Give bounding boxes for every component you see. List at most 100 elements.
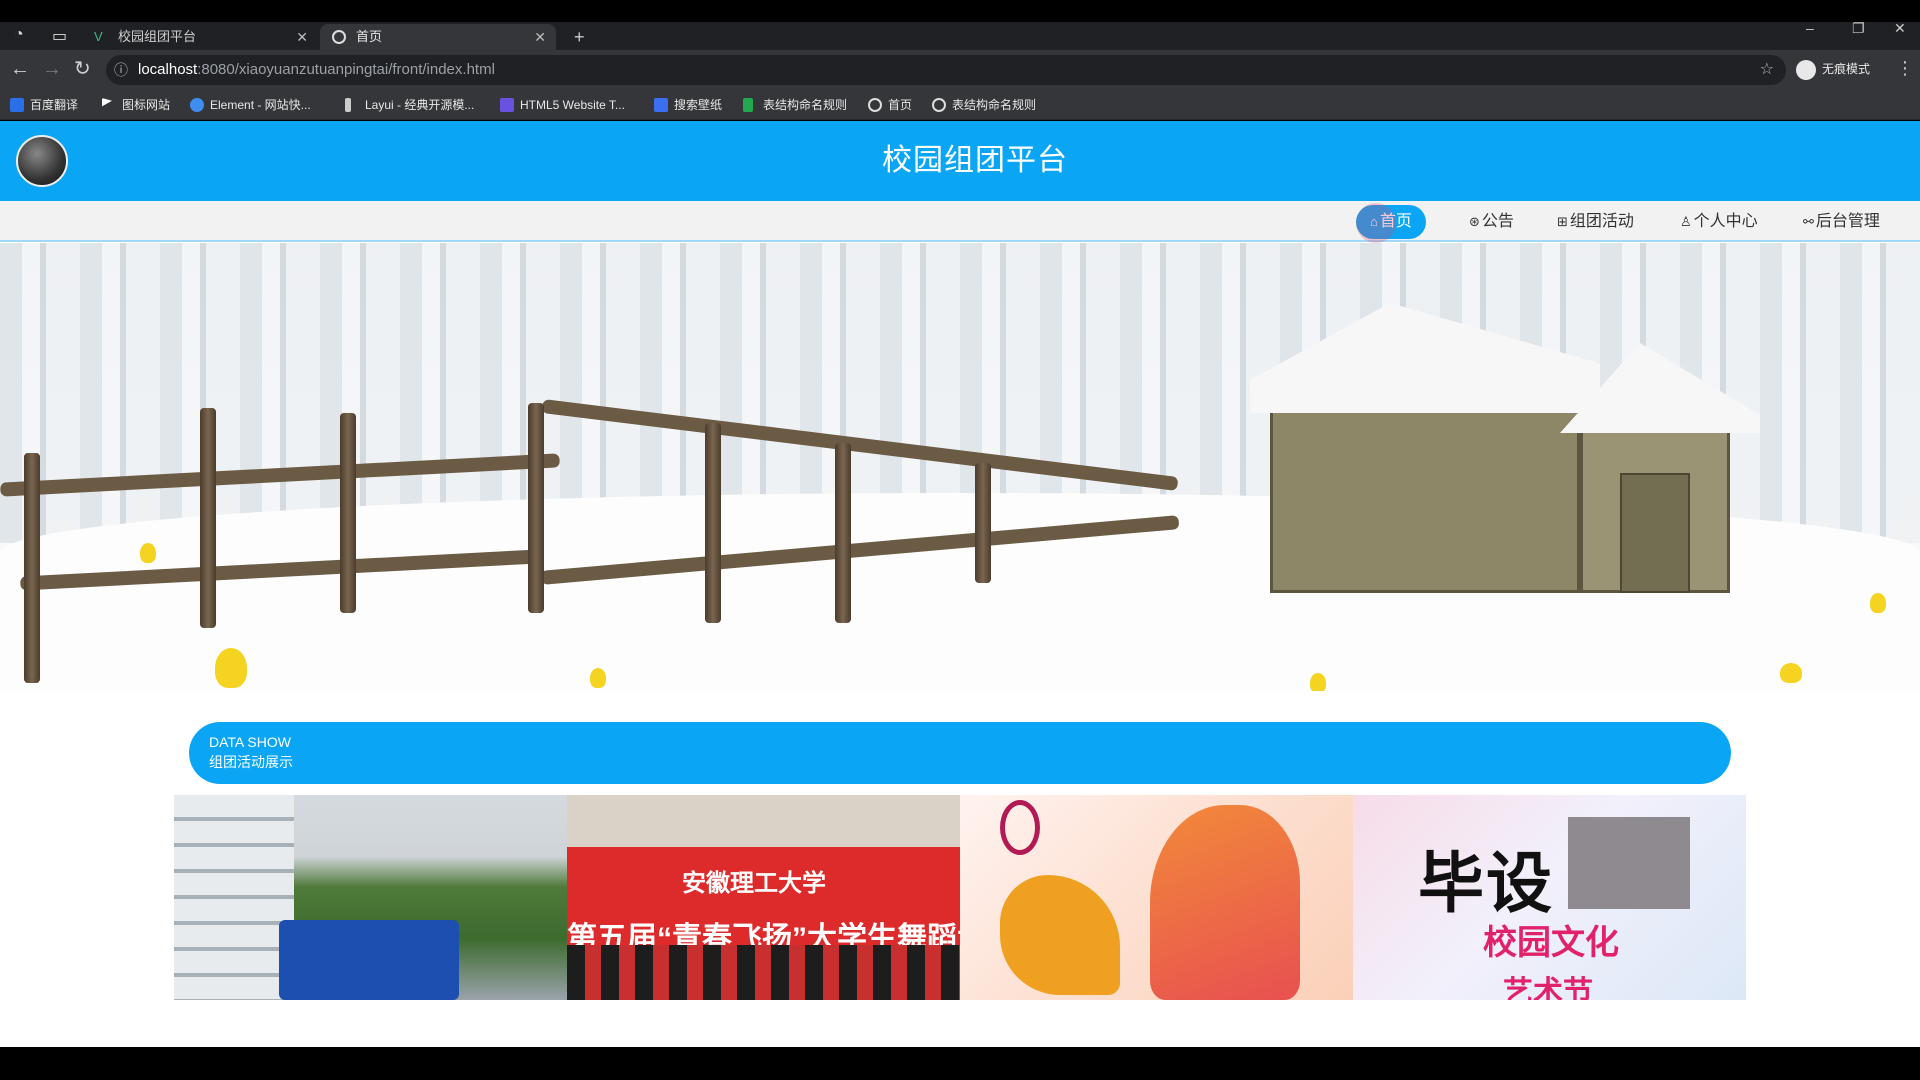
window-close-icon[interactable]: ✕ (1894, 20, 1906, 37)
player-figure (1150, 805, 1300, 1000)
fence-post (200, 408, 216, 628)
nav-label: 组团活动 (1569, 213, 1634, 230)
bookmark-label: 图标网站 (122, 98, 171, 112)
tab-home[interactable]: 首页 ✕ (320, 24, 556, 50)
close-icon[interactable]: ✕ (534, 24, 546, 50)
bookmark-label: 表结构命名规则 (763, 98, 848, 112)
flower (215, 648, 247, 688)
hut-wall (1270, 393, 1580, 593)
flag-icon (102, 98, 112, 107)
forward-icon[interactable]: → (42, 58, 62, 80)
tab-campus-platform[interactable]: V 校园组团平台 ✕ (82, 24, 318, 50)
site-title: 校园组团平台 (882, 144, 1068, 177)
section-title-zh: 组团活动展示 (209, 754, 293, 770)
flower (1870, 593, 1886, 613)
tab-search-icon[interactable]: ◔ (14, 26, 24, 44)
globe-icon (332, 30, 346, 44)
poster-subtitle: 校园文化 (1483, 924, 1619, 962)
bell-icon: ⊛ (1469, 214, 1480, 229)
incognito-icon (1796, 60, 1816, 80)
html5-icon (500, 98, 514, 112)
fence-post (835, 443, 851, 623)
layui-icon (345, 98, 351, 112)
bookmark-item[interactable]: 图标网站 (102, 96, 170, 114)
fence-post (975, 463, 991, 583)
bookmark-label: 首页 (888, 98, 913, 112)
flower (140, 543, 156, 563)
hero-carousel[interactable]: ✳ (0, 243, 1920, 691)
bookmark-label: 搜索壁纸 (674, 98, 723, 112)
vue-icon: V (94, 29, 103, 44)
element-icon (190, 98, 204, 112)
dancers-image (567, 945, 960, 1000)
building-image (567, 795, 960, 847)
nav-personal-center[interactable]: ♙ 个人中心 (1666, 205, 1772, 239)
bookmark-item[interactable]: HTML5 Website T... (500, 96, 625, 114)
poster-headline: 毕设 (1418, 846, 1554, 920)
close-icon[interactable]: ✕ (296, 24, 308, 50)
bookmark-item[interactable]: Layui - 经典开源模... (345, 96, 474, 114)
activity-gallery: 安徽理工大学 第五届“青春飞扬”大学生舞蹈大 毕设 校园文化 艺术节 (174, 795, 1746, 1000)
minimize-icon[interactable]: – (1806, 20, 1814, 36)
nav-label: 公告 (1481, 213, 1514, 230)
bookmark-label: HTML5 Website T... (520, 98, 625, 112)
flower (1310, 673, 1326, 691)
flower (590, 668, 606, 688)
fence-post (24, 453, 40, 683)
nav-admin[interactable]: ⚯ 后台管理 (1789, 205, 1894, 239)
url-host: localhost (138, 61, 198, 78)
browser-toolbar: ← → ↻ ⓘ localhost:8080/xiaoyuanzutuanpin… (0, 50, 1920, 90)
hut-roof (1250, 303, 1600, 413)
incognito-profile[interactable]: 无痕模式 (1796, 60, 1870, 80)
nav-label: 个人中心 (1693, 213, 1758, 230)
link-icon: ⚯ (1803, 214, 1814, 229)
gallery-item[interactable] (174, 795, 567, 1000)
bookmark-item[interactable]: 表结构命名规则 (932, 96, 1036, 114)
profile-label: 无痕模式 (1822, 62, 1871, 77)
restore-icon[interactable]: ❐ (1852, 20, 1865, 37)
flower (1780, 663, 1802, 683)
bookmark-item[interactable]: 搜索壁纸 (654, 96, 722, 114)
banner-university: 安徽理工大学 (682, 870, 826, 897)
back-icon[interactable]: ← (10, 58, 30, 80)
bookmark-item[interactable]: 首页 (868, 96, 912, 114)
fence-post (705, 423, 721, 623)
booth-image (279, 920, 459, 1000)
translate-icon (10, 98, 24, 112)
tab-title: 校园组团平台 (118, 29, 197, 44)
user-icon: ♙ (1680, 214, 1692, 229)
globe-icon (868, 98, 882, 112)
main-nav: ⌂ 首页 ⊛ 公告 ⊞ 组团活动 ♙ 个人中心 ⚯ 后台管理 (0, 201, 1920, 242)
blurred-region (1568, 817, 1690, 909)
bookmark-star-icon[interactable]: ☆ (1760, 55, 1774, 85)
nav-notice[interactable]: ⊛ 公告 (1455, 205, 1528, 239)
fence-post (340, 413, 356, 613)
gallery-item[interactable] (960, 795, 1353, 1000)
globe-icon (932, 98, 946, 112)
new-tab-button[interactable]: + (574, 24, 585, 50)
bookmark-label: 表结构命名规则 (952, 98, 1037, 112)
poster-subtitle-2: 艺术节 (1503, 976, 1593, 1000)
bookmark-item[interactable]: 表结构命名规则 (743, 96, 847, 114)
section-title-en: DATA SHOW (209, 734, 291, 750)
site-header: 校园组团平台 (0, 121, 1920, 201)
tab-overview-icon[interactable]: ▭ (52, 26, 67, 46)
player-figure (1000, 875, 1120, 995)
section-header: DATA SHOW 组团活动展示 (189, 722, 1731, 784)
hut-door (1620, 473, 1690, 593)
more-menu-icon[interactable]: ⋮ (1896, 58, 1914, 79)
sheet-icon (743, 98, 753, 112)
nav-group-activity[interactable]: ⊞ 组团活动 (1543, 205, 1648, 239)
info-icon[interactable]: ⓘ (114, 55, 128, 85)
bookmark-item[interactable]: Element - 网站快... (190, 96, 311, 114)
fence-post (528, 403, 544, 613)
badminton-racket-icon (1000, 800, 1040, 855)
reload-icon[interactable]: ↻ (74, 58, 91, 80)
bookmark-item[interactable]: 百度翻译 (10, 96, 78, 114)
gallery-item[interactable]: 安徽理工大学 第五届“青春飞扬”大学生舞蹈大 (567, 795, 960, 1000)
gallery-item[interactable]: 毕设 校园文化 艺术节 (1353, 795, 1746, 1000)
address-bar[interactable]: ⓘ localhost:8080/xiaoyuanzutuanpingtai/f… (106, 55, 1786, 85)
cursor-highlight (1356, 203, 1396, 243)
bookmark-label: Element - 网站快... (210, 98, 311, 112)
bookmark-label: Layui - 经典开源模... (365, 98, 475, 112)
